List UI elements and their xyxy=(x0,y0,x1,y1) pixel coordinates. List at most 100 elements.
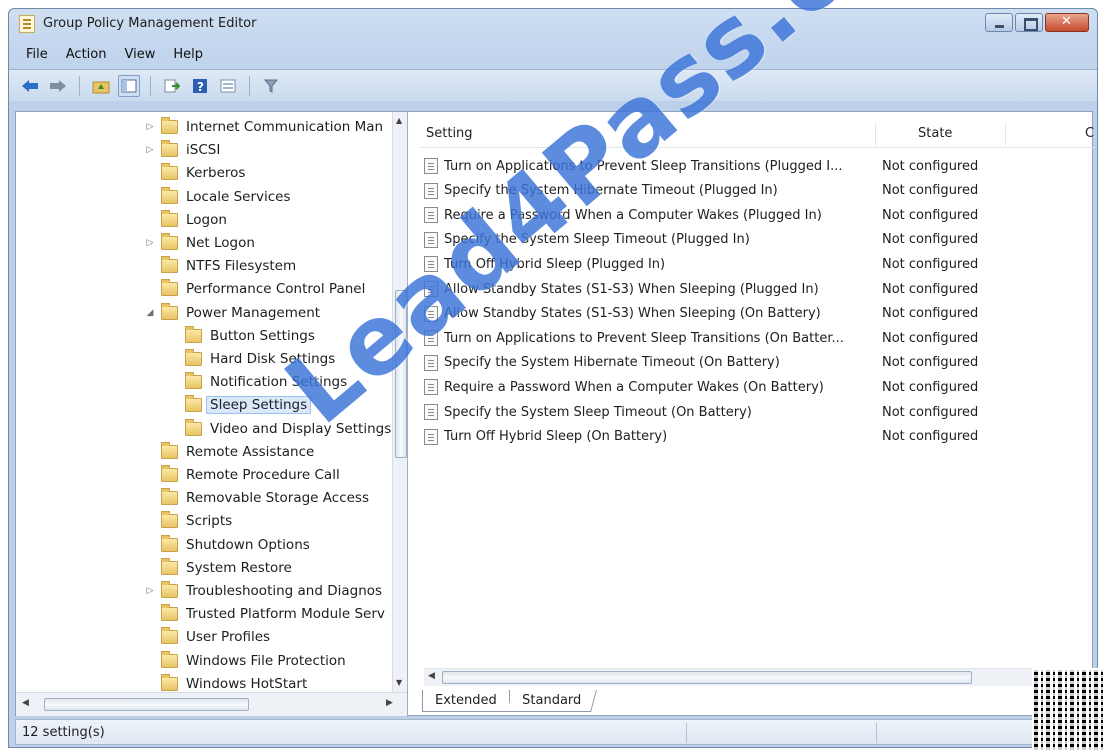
list-horizontal-scrollbar[interactable]: ◀ xyxy=(424,668,1088,686)
tree-item-label: User Profiles xyxy=(186,629,271,646)
setting-state: Not configured xyxy=(882,158,979,174)
expand-arrow-icon[interactable]: ▷ xyxy=(144,122,156,132)
tree-item[interactable]: ▷ Troubleshooting and Diagnos xyxy=(144,580,382,602)
filter-icon[interactable] xyxy=(260,75,282,97)
column-header-state[interactable]: State xyxy=(918,126,952,141)
tree-item[interactable]: Trusted Platform Module Serv xyxy=(144,603,385,625)
column-header-comment[interactable]: C xyxy=(1085,126,1094,141)
setting-row[interactable]: Require a Password When a Computer Wakes… xyxy=(424,203,1004,227)
tree-item-label: System Restore xyxy=(186,559,292,576)
setting-name: Turn on Applications to Prevent Sleep Tr… xyxy=(444,158,843,174)
minimize-button[interactable] xyxy=(985,13,1013,32)
folder-icon xyxy=(161,488,178,506)
tree-item-label: Windows File Protection xyxy=(186,652,346,669)
tree-item[interactable]: Windows HotStart xyxy=(144,673,307,692)
policy-setting-icon xyxy=(424,354,438,371)
tree-item[interactable]: Remote Procedure Call xyxy=(144,464,340,486)
up-folder-icon[interactable] xyxy=(90,75,112,97)
help-icon[interactable]: ? xyxy=(189,75,211,97)
expand-arrow-icon[interactable]: ▷ xyxy=(144,145,156,155)
tree-item-label: Video and Display Settings xyxy=(210,420,391,437)
tree-item[interactable]: Sleep Settings xyxy=(168,394,312,416)
tree-item-label: Internet Communication Man xyxy=(186,119,384,135)
tree-item[interactable]: Kerberos xyxy=(144,162,245,184)
setting-row[interactable]: Specify the System Hibernate Timeout (Pl… xyxy=(424,179,1004,203)
scroll-left-icon[interactable]: ◀ xyxy=(22,698,29,708)
tree-item[interactable]: NTFS Filesystem xyxy=(144,255,296,277)
tree-item-label: Hard Disk Settings xyxy=(210,351,336,367)
tree-vertical-scrollbar[interactable]: ▲ ▼ xyxy=(392,112,407,692)
tree-item-label: Net Logon xyxy=(186,235,255,251)
tree-item[interactable]: ▷ Net Logon xyxy=(144,232,255,254)
tab-extended[interactable]: Extended xyxy=(422,690,510,712)
setting-row[interactable]: Turn on Applications to Prevent Sleep Tr… xyxy=(424,326,1004,350)
forward-arrow-icon[interactable] xyxy=(47,75,69,97)
menu-action[interactable]: Action xyxy=(57,43,116,67)
setting-row[interactable]: Specify the System Hibernate Timeout (On… xyxy=(424,351,1004,375)
setting-row[interactable]: Specify the System Sleep Timeout (On Bat… xyxy=(424,400,1004,424)
scroll-down-icon[interactable]: ▼ xyxy=(396,678,402,687)
tree-item[interactable]: Remote Assistance xyxy=(144,441,314,463)
setting-row[interactable]: Turn Off Hybrid Sleep (On Battery) Not co… xyxy=(424,425,1004,449)
column-divider[interactable] xyxy=(875,122,876,146)
tree-item[interactable]: Scripts xyxy=(144,510,232,532)
tree-item-label: Removable Storage Access xyxy=(186,490,369,507)
tree-item[interactable]: System Restore xyxy=(144,557,292,579)
tree-item[interactable]: Performance Control Panel xyxy=(144,278,365,300)
tree-item-label: Shutdown Options xyxy=(186,536,310,553)
folder-icon xyxy=(161,186,178,204)
tree-item[interactable]: Button Settings xyxy=(168,325,315,347)
menu-file[interactable]: File xyxy=(17,43,57,67)
column-divider[interactable] xyxy=(1005,122,1006,146)
maximize-button[interactable] xyxy=(1015,13,1043,32)
policy-setting-icon xyxy=(424,182,438,199)
tree-horizontal-scrollbar[interactable]: ◀ ▶ xyxy=(16,692,407,716)
setting-row[interactable]: Require a Password When a Computer Wakes… xyxy=(424,375,1004,399)
expand-arrow-icon[interactable]: ▷ xyxy=(144,238,156,248)
gpme-app-icon xyxy=(19,15,35,33)
tree-item[interactable]: Notification Settings xyxy=(168,371,347,393)
tree-item[interactable]: Locale Services xyxy=(144,186,291,208)
scroll-up-icon[interactable]: ▲ xyxy=(396,116,402,125)
list-hscroll-thumb[interactable] xyxy=(442,671,972,684)
setting-row[interactable]: Turn on Applications to Prevent Sleep Tr… xyxy=(424,154,1004,178)
setting-state: Not configured xyxy=(882,232,979,248)
scroll-left-icon[interactable]: ◀ xyxy=(428,671,435,681)
tree-item[interactable]: Logon xyxy=(144,209,227,231)
expand-arrow-icon[interactable]: ▷ xyxy=(144,586,156,596)
folder-icon xyxy=(161,511,178,529)
tree-item[interactable]: Shutdown Options xyxy=(144,534,310,556)
column-header-setting[interactable]: Setting xyxy=(426,126,473,141)
scroll-right-icon[interactable]: ▶ xyxy=(386,698,393,708)
setting-row[interactable]: Allow Standby States (S1-S3) When Sleepi… xyxy=(424,277,1004,301)
tree-item[interactable]: Video and Display Settings xyxy=(168,418,391,440)
show-hide-tree-icon[interactable] xyxy=(118,74,140,97)
export-list-icon[interactable] xyxy=(161,75,183,97)
close-button[interactable] xyxy=(1045,13,1089,32)
setting-state: Not configured xyxy=(882,256,979,272)
title-bar[interactable]: Group Policy Management Editor xyxy=(9,9,1097,39)
tab-standard[interactable]: Standard xyxy=(506,690,597,712)
tree-item[interactable]: ▷ iSCSI xyxy=(144,139,220,161)
tree-item[interactable]: ◢ Power Management xyxy=(144,302,320,324)
tree-item[interactable]: Windows File Protection xyxy=(144,650,346,672)
tree-hscroll-thumb[interactable] xyxy=(44,698,249,711)
folder-icon xyxy=(161,627,178,645)
policy-setting-icon xyxy=(424,256,438,273)
tree-item[interactable]: User Profiles xyxy=(144,626,270,648)
setting-row[interactable]: Allow Standby States (S1-S3) When Sleepi… xyxy=(424,302,1004,326)
menu-help[interactable]: Help xyxy=(164,43,212,67)
tree-item[interactable]: Hard Disk Settings xyxy=(168,348,335,370)
tree-item[interactable]: Removable Storage Access xyxy=(144,487,369,509)
tree-vscroll-thumb[interactable] xyxy=(395,290,407,458)
toolbar-separator xyxy=(79,75,80,96)
tree-item[interactable]: ▷ Internet Communication Man xyxy=(144,116,383,138)
properties-icon[interactable] xyxy=(217,75,239,97)
back-arrow-icon[interactable] xyxy=(19,75,41,97)
menu-view[interactable]: View xyxy=(115,43,164,67)
expand-arrow-icon[interactable]: ◢ xyxy=(144,308,156,318)
setting-state: Not configured xyxy=(882,429,979,445)
setting-row[interactable]: Turn Off Hybrid Sleep (Plugged In) Not co… xyxy=(424,252,1004,276)
setting-name: Specify the System Hibernate Timeout (Pl… xyxy=(444,183,778,199)
setting-row[interactable]: Specify the System Sleep Timeout (Plugge… xyxy=(424,228,1004,252)
